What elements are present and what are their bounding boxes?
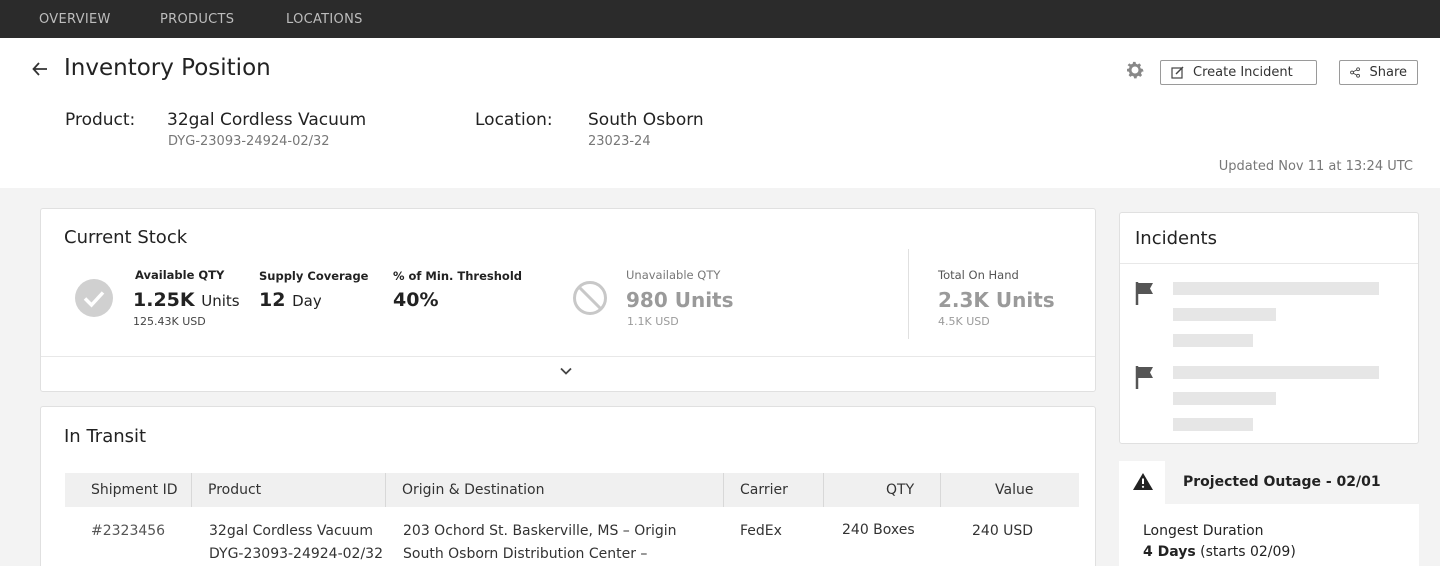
incidents-card: Incidents <box>1119 212 1419 444</box>
warning-icon <box>1133 473 1153 490</box>
col-separator <box>385 473 386 507</box>
nav-products[interactable]: PRODUCTS <box>160 12 234 27</box>
updated-timestamp: Updated Nov 11 at 13:24 UTC <box>1218 159 1413 174</box>
available-qty-number: 1.25K <box>133 289 195 311</box>
gear-icon[interactable] <box>1124 59 1146 81</box>
col-product[interactable]: Product <box>208 482 261 498</box>
total-on-hand-usd: 4.5K USD <box>938 315 990 328</box>
incident-skeleton-line <box>1173 418 1253 431</box>
top-nav: OVERVIEW PRODUCTS LOCATIONS <box>0 0 1440 38</box>
share-icon <box>1350 67 1360 78</box>
col-separator <box>940 473 941 507</box>
incident-skeleton-line <box>1173 308 1276 321</box>
product-name: 32gal Cordless Vacuum <box>167 110 367 130</box>
nav-locations[interactable]: LOCATIONS <box>286 12 363 27</box>
current-stock-card: Current Stock Available QTY 1.25K Units … <box>40 208 1096 392</box>
current-stock-title: Current Stock <box>64 227 188 248</box>
incident-skeleton-line <box>1173 392 1276 405</box>
unavailable-qty-label: Unavailable QTY <box>626 268 721 282</box>
create-incident-label: Create Incident <box>1193 65 1293 80</box>
row-value: 240 USD <box>972 523 1034 539</box>
col-origin-destination[interactable]: Origin & Destination <box>402 482 544 498</box>
stock-divider <box>908 249 909 339</box>
outage-title: Projected Outage - 02/01 <box>1183 474 1381 490</box>
edit-icon <box>1171 66 1184 79</box>
flag-icon <box>1135 282 1153 305</box>
total-on-hand-label: Total On Hand <box>938 268 1019 282</box>
stock-expand-divider <box>41 356 1095 357</box>
duration-days: 4 Days <box>1143 544 1196 560</box>
chevron-down-icon[interactable] <box>559 366 573 376</box>
col-separator <box>191 473 192 507</box>
longest-duration-label: Longest Duration <box>1143 523 1264 539</box>
min-threshold-value: 40% <box>393 289 439 311</box>
supply-coverage-label: Supply Coverage <box>259 269 369 283</box>
nav-overview[interactable]: OVERVIEW <box>39 12 111 27</box>
location-name: South Osborn <box>588 110 704 130</box>
total-on-hand-value: 2.3K Units <box>938 288 1055 312</box>
supply-coverage-unit: Days <box>292 292 321 310</box>
incident-skeleton-line <box>1173 282 1379 295</box>
available-qty-unit: Units <box>201 292 240 310</box>
duration-note: (starts 02/09) <box>1200 544 1296 560</box>
flag-icon <box>1135 366 1153 389</box>
in-transit-card: In Transit Shipment ID Product Origin & … <box>40 406 1096 566</box>
supply-coverage-number: 12 <box>259 289 286 311</box>
location-code: 23023-24 <box>588 134 651 149</box>
unavailable-qty-usd: 1.1K USD <box>627 315 679 328</box>
create-incident-button[interactable]: Create Incident <box>1160 60 1317 85</box>
longest-duration-value: 4 Days (starts 02/09) <box>1143 544 1296 560</box>
back-arrow-icon[interactable] <box>31 60 49 78</box>
page-title: Inventory Position <box>64 55 271 81</box>
check-circle-icon <box>75 279 113 317</box>
incidents-divider <box>1120 263 1418 264</box>
row-origin: 203 Ochord St. Baskerville, MS – Origin <box>403 523 677 539</box>
shipment-id[interactable]: #2323456 <box>91 523 165 539</box>
incident-skeleton-line <box>1173 366 1379 379</box>
page-header: Inventory Position Create Incident Share… <box>0 38 1440 188</box>
col-value[interactable]: Value <box>995 482 1033 498</box>
projected-outage-card[interactable]: Projected Outage - 02/01 Longest Duratio… <box>1119 461 1419 566</box>
incidents-title: Incidents <box>1135 228 1217 249</box>
product-sku: DYG-23093-24924-02/32 <box>168 134 330 149</box>
row-product-name: 32gal Cordless Vacuum <box>209 523 374 539</box>
share-button[interactable]: Share <box>1339 60 1418 85</box>
col-qty[interactable]: QTY <box>886 482 914 498</box>
col-separator <box>723 473 724 507</box>
row-carrier: FedEx <box>740 523 782 539</box>
incident-skeleton-line <box>1173 334 1253 347</box>
row-product-sku: DYG-23093-24924-02/32 <box>209 546 383 562</box>
location-label: Location: <box>475 110 553 130</box>
col-shipment-id[interactable]: Shipment ID <box>91 482 178 498</box>
in-transit-title: In Transit <box>64 426 147 447</box>
transit-table-header: Shipment ID Product Origin & Destination… <box>65 473 1079 507</box>
min-threshold-label: % of Min. Threshold <box>393 269 522 283</box>
share-label: Share <box>1369 65 1407 80</box>
row-destination: South Osborn Distribution Center – <box>403 546 648 562</box>
col-carrier[interactable]: Carrier <box>740 482 788 498</box>
unavailable-qty-value: 980 Units <box>626 288 734 312</box>
row-qty: 240 Boxes <box>842 522 915 538</box>
available-qty-label: Available QTY <box>135 268 225 282</box>
available-qty-usd: 125.43K USD <box>133 315 206 328</box>
available-qty-value: 1.25K Units <box>133 289 240 311</box>
unavailable-icon <box>573 281 607 315</box>
product-label: Product: <box>65 110 136 130</box>
supply-coverage-value: 12 Days <box>259 289 321 311</box>
col-separator <box>823 473 824 507</box>
